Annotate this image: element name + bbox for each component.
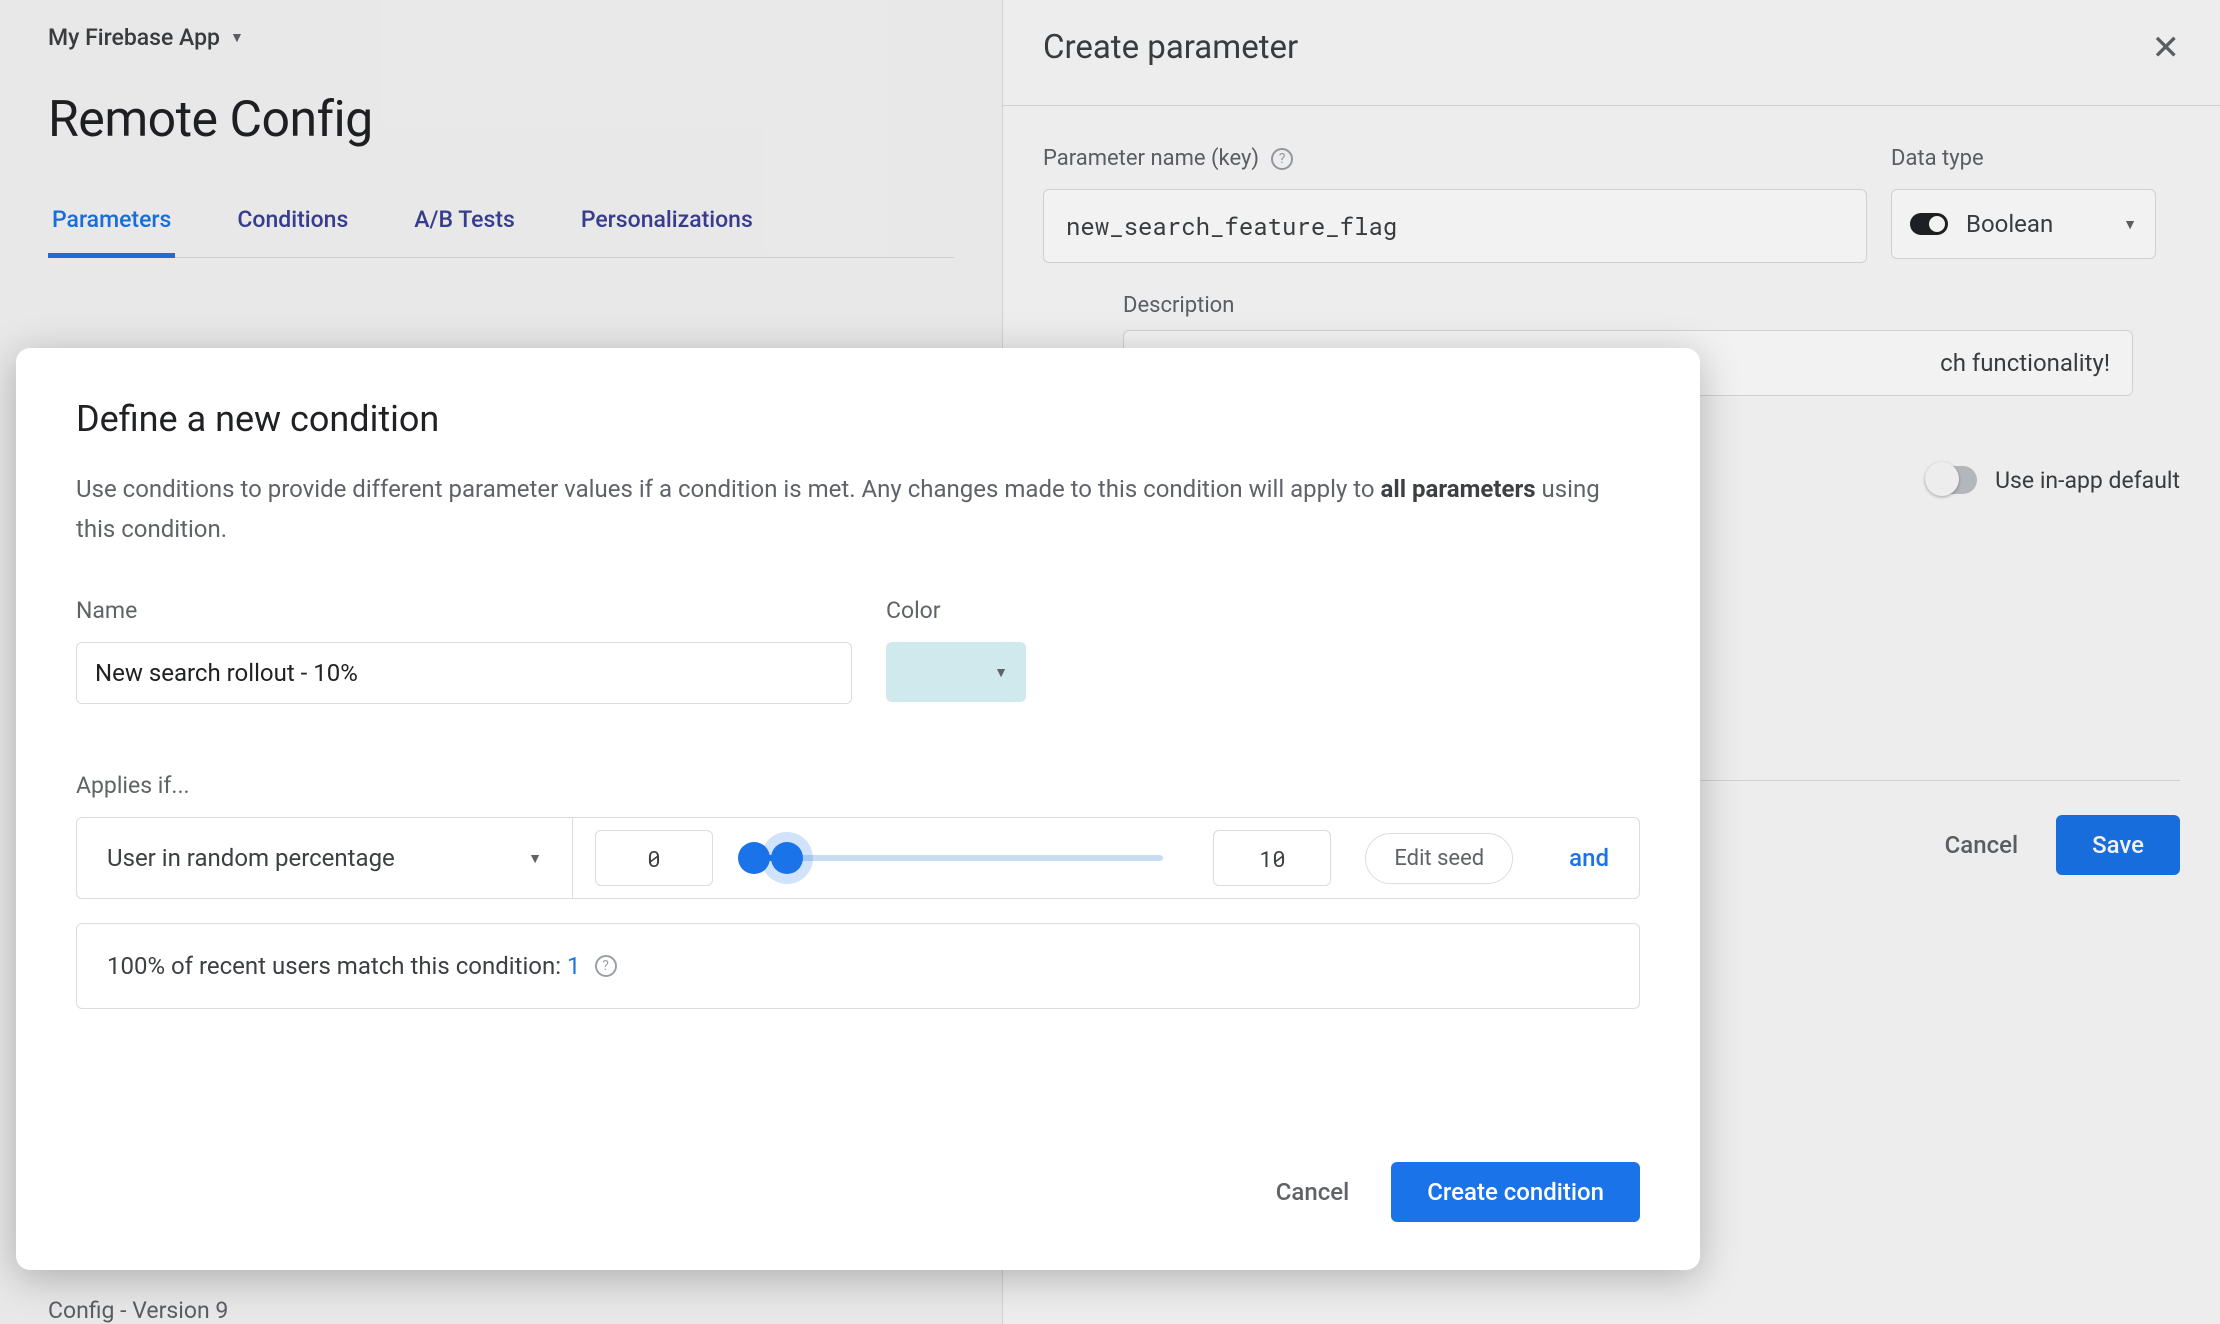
datatype-select[interactable]: Boolean ▼ <box>1891 189 2156 259</box>
dialog-description: Use conditions to provide different para… <box>76 470 1640 549</box>
slider-thumb-max[interactable] <box>771 842 803 874</box>
match-count: 1 <box>567 952 581 980</box>
dialog-footer: Cancel Create condition <box>76 1162 1640 1222</box>
panel-header: Create parameter ✕ <box>1003 28 2220 106</box>
save-button[interactable]: Save <box>2056 815 2180 875</box>
condition-rule-row: User in random percentage ▼ 0 10 Edit se… <box>76 817 1640 899</box>
close-icon[interactable]: ✕ <box>2152 31 2181 65</box>
parameter-key-input[interactable]: new_search_feature_flag <box>1043 189 1867 263</box>
tab-abtests[interactable]: A/B Tests <box>410 206 519 258</box>
condition-name-input[interactable]: New search rollout - 10% <box>76 642 852 704</box>
panel-title: Create parameter <box>1043 28 1298 67</box>
page-title: Remote Config <box>48 91 954 149</box>
parameter-key-label: Parameter name (key) ? <box>1043 146 1867 171</box>
use-inapp-default-toggle[interactable] <box>1925 466 1977 494</box>
use-inapp-default-label: Use in-app default <box>1995 467 2180 494</box>
chevron-down-icon: ▼ <box>230 29 244 46</box>
define-condition-dialog: Define a new condition Use conditions to… <box>16 348 1700 1270</box>
cancel-button[interactable]: Cancel <box>1276 1178 1349 1206</box>
tab-bar: Parameters Conditions A/B Tests Personal… <box>48 205 954 258</box>
percentage-max-input[interactable]: 10 <box>1213 830 1331 886</box>
chevron-down-icon: ▼ <box>994 664 1008 681</box>
cancel-button[interactable]: Cancel <box>1945 831 2018 859</box>
percentage-range-slider[interactable] <box>741 843 1163 873</box>
description-label: Description <box>1123 293 2180 318</box>
help-icon[interactable]: ? <box>1271 148 1293 170</box>
match-summary: 100% of recent users match this conditio… <box>76 923 1640 1009</box>
rule-type-select[interactable]: User in random percentage ▼ <box>77 818 573 898</box>
tab-parameters[interactable]: Parameters <box>48 206 175 258</box>
edit-seed-button[interactable]: Edit seed <box>1365 833 1513 884</box>
add-and-button[interactable]: and <box>1569 844 1609 872</box>
color-label: Color <box>886 597 1026 624</box>
datatype-label: Data type <box>1891 146 2156 171</box>
percentage-min-input[interactable]: 0 <box>595 830 713 886</box>
color-select[interactable]: ▼ <box>886 642 1026 702</box>
tab-conditions[interactable]: Conditions <box>233 206 352 258</box>
create-condition-button[interactable]: Create condition <box>1391 1162 1640 1222</box>
slider-thumb-min[interactable] <box>738 842 770 874</box>
applies-if-label: Applies if... <box>76 772 1640 799</box>
help-icon[interactable]: ? <box>595 955 617 977</box>
app-name: My Firebase App <box>48 24 220 51</box>
chevron-down-icon: ▼ <box>528 850 542 867</box>
app-selector[interactable]: My Firebase App ▼ <box>48 20 244 51</box>
config-version-label: Config - Version 9 <box>48 1297 228 1324</box>
condition-name-label: Name <box>76 597 852 624</box>
dialog-title: Define a new condition <box>76 398 1640 440</box>
tab-personalizations[interactable]: Personalizations <box>577 206 757 258</box>
chevron-down-icon: ▼ <box>2123 216 2137 233</box>
boolean-icon <box>1910 213 1948 235</box>
